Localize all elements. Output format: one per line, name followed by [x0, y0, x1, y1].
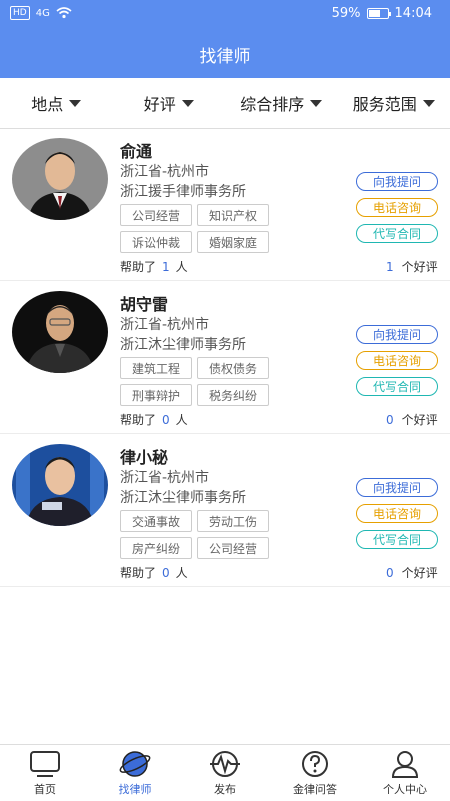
tab-qa[interactable]: 金律问答	[270, 745, 360, 801]
expertise-tag: 公司经营	[120, 204, 192, 226]
signal-text: 4G	[36, 8, 50, 19]
filter-label: 综合排序	[240, 91, 304, 115]
filter-service-scope[interactable]: 服务范围	[338, 91, 450, 115]
tab-label: 首页	[34, 781, 56, 797]
expertise-tag: 税务纠纷	[197, 384, 269, 406]
expertise-tag: 交通事故	[120, 510, 192, 532]
monitor-icon	[29, 749, 61, 779]
expertise-tag: 婚姻家庭	[197, 231, 269, 253]
ask-question-button[interactable]: 向我提问	[356, 325, 438, 344]
tab-label: 金律问答	[293, 781, 337, 797]
title-bar: 找律师	[0, 30, 450, 78]
filter-label: 地点	[31, 91, 63, 115]
expertise-tag: 债权债务	[197, 357, 269, 379]
wifi-icon	[56, 7, 72, 19]
lawyer-region: 浙江省-杭州市	[120, 314, 209, 334]
helped-count: 帮助了1人	[120, 258, 188, 275]
lawyer-card[interactable]: 胡守雷 浙江省-杭州市 浙江沐尘律师事务所 建筑工程 债权债务 刑事辩护 税务纠…	[0, 281, 450, 434]
avatar	[12, 291, 108, 373]
phone-consult-button[interactable]: 电话咨询	[356, 198, 438, 217]
lawyer-card[interactable]: 律小秘 浙江省-杭州市 浙江沐尘律师事务所 交通事故 劳动工伤 房产纠纷 公司经…	[0, 434, 450, 587]
caret-down-icon	[69, 100, 81, 107]
tab-label: 找律师	[119, 781, 152, 797]
heartbeat-icon	[209, 749, 241, 779]
expertise-tag: 刑事辩护	[120, 384, 192, 406]
network-badge: HD	[10, 6, 30, 20]
page-title: 找律师	[200, 42, 251, 67]
helped-count: 帮助了0人	[120, 564, 188, 581]
helped-count: 帮助了0人	[120, 411, 188, 428]
battery-percent: 59%	[332, 6, 361, 21]
phone-consult-button[interactable]: 电话咨询	[356, 504, 438, 523]
caret-down-icon	[310, 100, 322, 107]
question-icon	[299, 749, 331, 779]
ask-question-button[interactable]: 向我提问	[356, 172, 438, 191]
phone-consult-button[interactable]: 电话咨询	[356, 351, 438, 370]
tab-label: 发布	[214, 781, 236, 797]
filter-label: 服务范围	[353, 91, 417, 115]
filter-bar: 地点 好评 综合排序 服务范围	[0, 78, 450, 129]
tab-label: 个人中心	[383, 781, 427, 797]
expertise-tag: 诉讼仲裁	[120, 231, 192, 253]
lawyer-card[interactable]: 俞通 浙江省-杭州市 浙江援手律师事务所 公司经营 知识产权 诉讼仲裁 婚姻家庭…	[0, 128, 450, 281]
draft-contract-button[interactable]: 代写合同	[356, 224, 438, 243]
expertise-tag: 劳动工伤	[197, 510, 269, 532]
tab-home[interactable]: 首页	[0, 745, 90, 801]
draft-contract-button[interactable]: 代写合同	[356, 530, 438, 549]
expertise-tag: 知识产权	[197, 204, 269, 226]
expertise-tag: 建筑工程	[120, 357, 192, 379]
lawyer-name: 胡守雷	[120, 291, 168, 315]
draft-contract-button[interactable]: 代写合同	[356, 377, 438, 396]
expertise-tag: 房产纠纷	[120, 537, 192, 559]
battery-icon	[367, 8, 389, 19]
filter-label: 好评	[144, 91, 176, 115]
caret-down-icon	[182, 100, 194, 107]
lawyer-firm: 浙江援手律师事务所	[120, 181, 246, 201]
filter-location[interactable]: 地点	[0, 91, 113, 115]
avatar	[12, 444, 108, 526]
bottom-tab-bar: 首页 找律师 发布 金律问答 个人中心	[0, 744, 450, 801]
caret-down-icon	[423, 100, 435, 107]
user-icon	[389, 749, 421, 779]
tab-find-lawyer[interactable]: 找律师	[90, 745, 180, 801]
lawyer-name: 律小秘	[120, 444, 168, 468]
filter-sort[interactable]: 综合排序	[225, 91, 338, 115]
avatar	[12, 138, 108, 220]
tab-publish[interactable]: 发布	[180, 745, 270, 801]
planet-icon	[119, 749, 151, 779]
good-review-count: 1个好评	[386, 258, 438, 275]
tab-profile[interactable]: 个人中心	[360, 745, 450, 801]
lawyer-firm: 浙江沐尘律师事务所	[120, 334, 246, 354]
status-bar: HD 4G 59% 14:04	[0, 0, 450, 30]
lawyer-region: 浙江省-杭州市	[120, 467, 209, 487]
ask-question-button[interactable]: 向我提问	[356, 478, 438, 497]
lawyer-region: 浙江省-杭州市	[120, 161, 209, 181]
good-review-count: 0个好评	[386, 411, 438, 428]
lawyer-firm: 浙江沐尘律师事务所	[120, 487, 246, 507]
expertise-tag: 公司经营	[197, 537, 269, 559]
lawyer-name: 俞通	[120, 138, 152, 162]
filter-rating[interactable]: 好评	[113, 91, 226, 115]
lawyer-list: 俞通 浙江省-杭州市 浙江援手律师事务所 公司经营 知识产权 诉讼仲裁 婚姻家庭…	[0, 128, 450, 587]
clock: 14:04	[395, 6, 432, 21]
good-review-count: 0个好评	[386, 564, 438, 581]
